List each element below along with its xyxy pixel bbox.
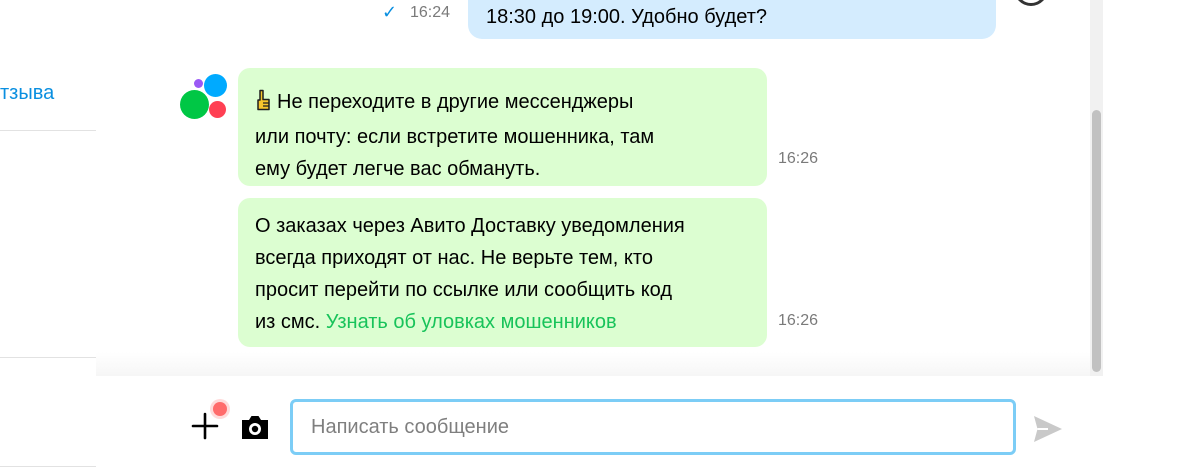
pointing-finger-icon <box>255 89 273 121</box>
chat-bottom-fade <box>96 352 1090 376</box>
outgoing-message-bubble: 18:30 до 19:00. Удобно будет? <box>468 0 996 39</box>
message-input[interactable] <box>290 399 1016 455</box>
notification-dot <box>213 402 227 416</box>
chat-scrollbar-thumb[interactable] <box>1092 110 1101 372</box>
incoming-message-bubble: О заказах через Авито Доставку уведомлен… <box>238 198 767 347</box>
message-line: из смс. Узнать об уловках мошенников <box>255 311 617 333</box>
send-icon <box>1034 416 1062 442</box>
attach-button[interactable] <box>190 411 220 441</box>
send-button[interactable] <box>1032 414 1064 444</box>
check-icon: ✓ <box>382 2 398 22</box>
message-line: О заказах через Авито Доставку уведомлен… <box>255 215 685 237</box>
incoming-message-time: 16:26 <box>778 312 819 329</box>
incoming-message-time: 16:26 <box>778 150 819 167</box>
avito-logo <box>180 74 228 120</box>
camera-icon <box>242 416 268 439</box>
plus-icon <box>191 412 219 440</box>
sidebar-divider <box>0 357 96 358</box>
peer-avatar <box>1014 0 1048 6</box>
camera-button[interactable] <box>240 413 270 441</box>
chat-messages-pane[interactable]: ✓ 16:24 18:30 до 19:00. Удобно будет? Не… <box>96 0 1090 376</box>
message-line: или почту: если встретите мошенника, там <box>255 126 655 148</box>
message-line: всегда приходят от нас. Не верьте тем, к… <box>255 247 653 269</box>
incoming-message-bubble: Не переходите в другие мессенджеры или п… <box>238 68 767 186</box>
outgoing-message-text: 18:30 до 19:00. Удобно будет? <box>486 6 767 28</box>
message-line: просит перейти по ссылке или сообщить ко… <box>255 279 673 301</box>
sidebar-reviews-link[interactable]: тзыва <box>0 82 54 105</box>
fraud-tips-link[interactable]: Узнать об уловках мошенников <box>326 311 617 333</box>
sidebar-divider <box>0 130 96 131</box>
message-line: Не переходите в другие мессенджеры <box>255 86 751 121</box>
sidebar-divider <box>0 466 96 467</box>
outgoing-message-time: 16:24 <box>410 4 451 21</box>
message-line: ему будет легче вас обмануть. <box>255 158 541 180</box>
